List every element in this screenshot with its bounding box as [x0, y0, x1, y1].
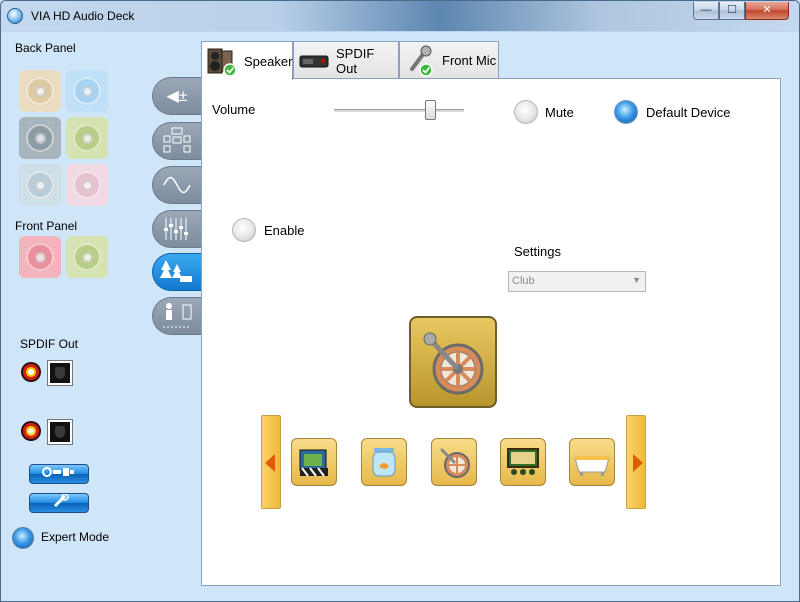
sine-wave-icon — [163, 176, 191, 194]
vtab-sample-rate[interactable] — [152, 166, 201, 204]
vtab-equalizer[interactable] — [152, 210, 201, 248]
minimize-button[interactable]: — — [693, 2, 719, 20]
expert-mode-radio[interactable] — [12, 527, 34, 549]
tab-front-mic[interactable]: Front Mic — [399, 41, 499, 79]
app-icon — [7, 8, 23, 24]
back-jack-green[interactable] — [66, 117, 108, 159]
close-button[interactable]: ✕ — [745, 2, 789, 20]
environment-select-value: Club — [512, 275, 535, 287]
tab-front-mic-label: Front Mic — [442, 53, 497, 68]
front-jack-headphone[interactable] — [66, 236, 108, 278]
spdif-out-label: SPDIF Out — [20, 337, 79, 351]
volume-label: Volume — [212, 102, 256, 117]
front-panel-label: Front Panel — [15, 219, 78, 233]
vtab-volume[interactable]: ◀︎± — [152, 77, 201, 115]
tools-button[interactable] — [29, 493, 89, 513]
equalizer-icon — [164, 218, 188, 240]
default-device-radio[interactable] — [614, 100, 638, 124]
audio-deck-window: VIA HD Audio Deck — ☐ ✕ Back Panel Front… — [0, 0, 800, 602]
preset-club[interactable] — [431, 438, 477, 486]
speaker-volume-icon: ◀︎± — [166, 88, 188, 105]
microphone-icon — [404, 45, 436, 77]
back-jack-pink[interactable] — [66, 164, 108, 206]
speaker-layout-icon — [163, 127, 191, 153]
preset-theater[interactable] — [500, 438, 546, 486]
preset-underwater[interactable] — [361, 438, 407, 486]
title-bar: VIA HD Audio Deck — ☐ ✕ — [1, 1, 799, 31]
mute-label: Mute — [545, 105, 574, 120]
back-jack-line-in[interactable] — [19, 70, 61, 112]
volume-slider-track[interactable] — [334, 109, 464, 112]
movie-icon — [299, 449, 328, 477]
tab-speaker[interactable]: Speaker — [201, 41, 293, 80]
expert-mode-label: Expert Mode — [41, 530, 110, 544]
environment-trees-icon — [160, 260, 192, 282]
speaker-icon — [206, 45, 238, 77]
window-title: VIA HD Audio Deck — [31, 9, 135, 23]
bathtub-icon — [574, 456, 610, 476]
default-device-label: Default Device — [646, 105, 731, 120]
preset-movie[interactable] — [291, 438, 337, 486]
fishbowl-icon — [372, 448, 396, 477]
enable-radio[interactable] — [232, 218, 256, 242]
back-panel-label: Back Panel — [15, 41, 76, 55]
tab-spdif-out-label: SPDIF Out — [336, 45, 375, 76]
back-jack-gray[interactable] — [19, 117, 61, 159]
settings-label: Settings — [514, 244, 561, 259]
preset-bathroom[interactable] — [569, 438, 615, 486]
connector-icon — [42, 467, 74, 477]
tab-speaker-label: Speaker — [244, 53, 293, 69]
maximize-button[interactable]: ☐ — [719, 2, 745, 20]
back-jack-blue[interactable] — [66, 70, 108, 112]
room-correction-icon — [163, 303, 192, 328]
environment-select[interactable]: Club ▼ — [508, 271, 646, 292]
front-jack-mic[interactable] — [19, 236, 61, 278]
volume-slider-thumb[interactable] — [425, 100, 436, 120]
enable-label: Enable — [264, 223, 305, 238]
spdif-device-icon — [298, 45, 330, 77]
spdif-optical-jack-1[interactable] — [48, 361, 72, 385]
club-icon — [423, 332, 484, 395]
preset-prev-button[interactable] — [261, 415, 281, 509]
back-jack-silver[interactable] — [19, 164, 61, 206]
mute-radio[interactable] — [514, 100, 538, 124]
selected-environment-preview — [409, 316, 497, 408]
spdif-coaxial-jack-2[interactable] — [21, 421, 41, 441]
theater-icon — [507, 448, 539, 475]
spdif-coaxial-jack-1[interactable] — [21, 362, 41, 382]
wrench-icon — [53, 493, 69, 508]
vtab-room-correction[interactable] — [152, 297, 201, 335]
club-icon — [439, 447, 470, 478]
vtab-speaker-config[interactable] — [152, 122, 201, 160]
spdif-optical-jack-2[interactable] — [48, 420, 72, 444]
tab-spdif-out[interactable]: SPDIF Out — [293, 41, 399, 79]
preset-next-button[interactable] — [626, 415, 646, 509]
chevron-down-icon: ▼ — [632, 275, 641, 285]
connector-settings-button[interactable] — [29, 464, 89, 484]
vtab-environment[interactable] — [152, 253, 201, 291]
